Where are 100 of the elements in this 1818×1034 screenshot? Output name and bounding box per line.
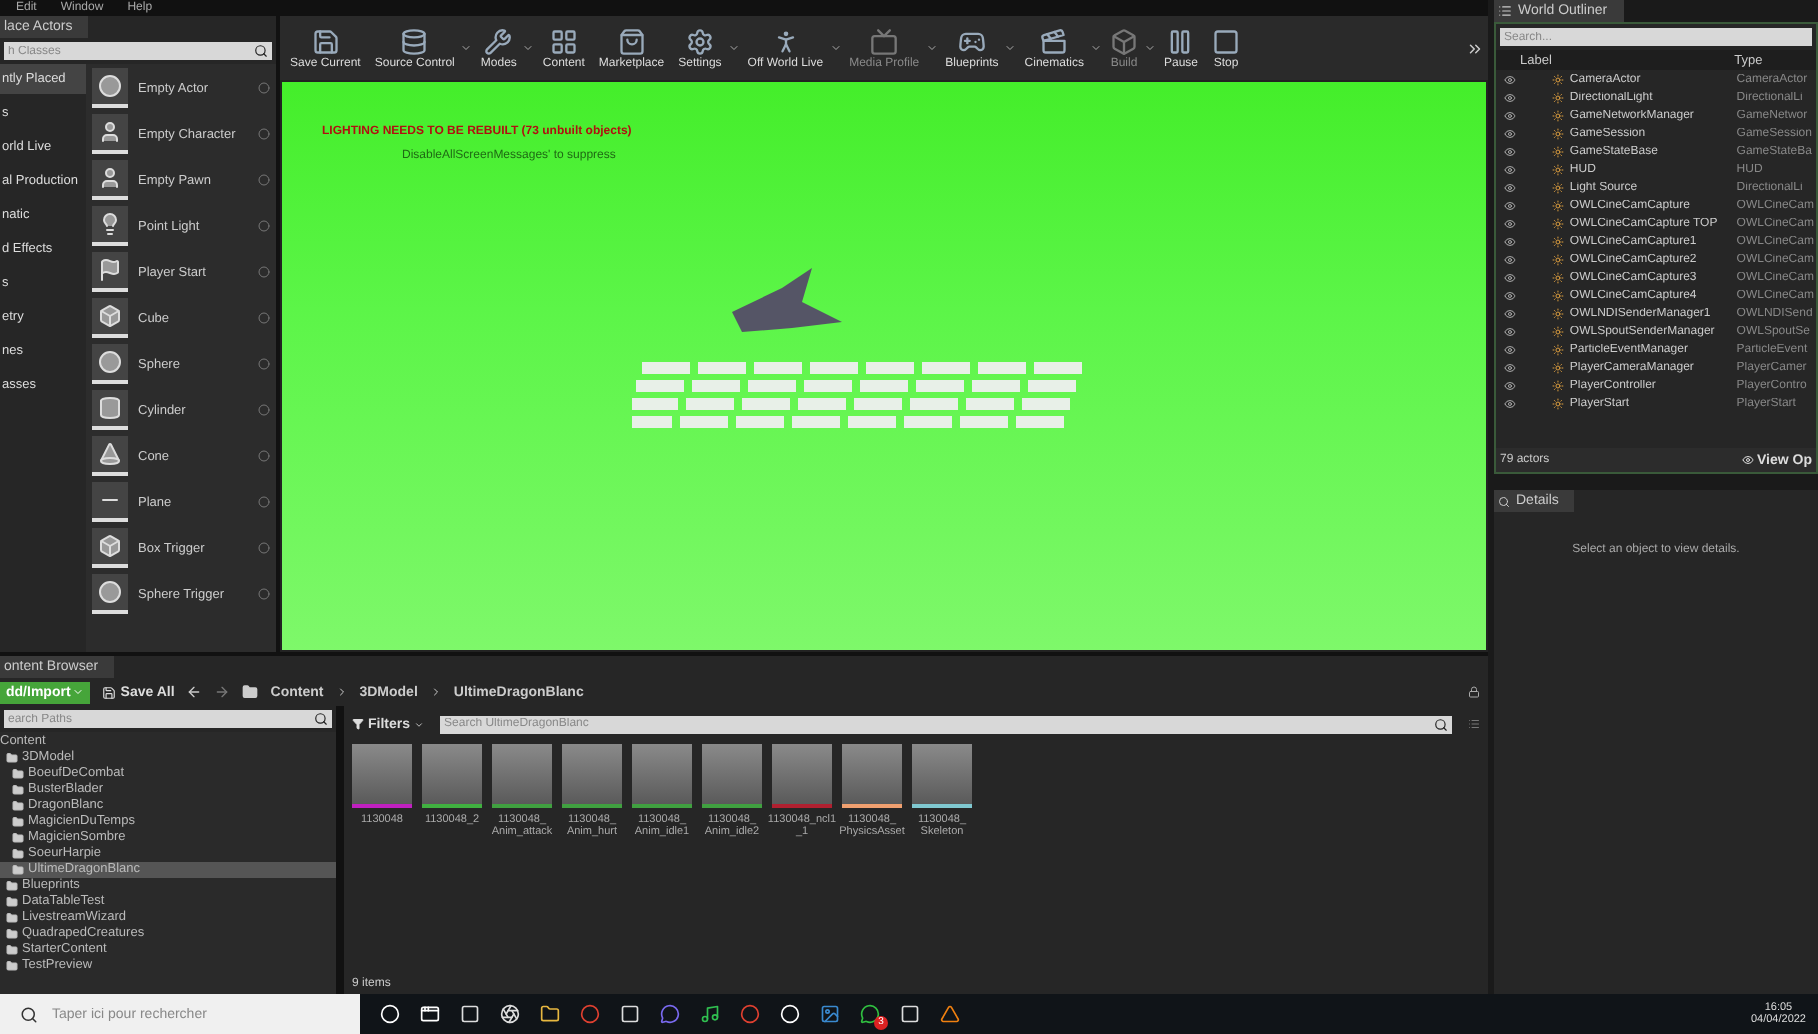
search-icon[interactable] [250, 42, 272, 60]
info-icon [258, 358, 270, 370]
folder-icon [12, 800, 24, 812]
overflow-icon[interactable] [1466, 39, 1484, 57]
image-icon[interactable] [820, 1004, 840, 1024]
pause-icon [1166, 27, 1195, 55]
filter-icon [352, 718, 364, 730]
asset-thumbnail[interactable] [492, 744, 552, 808]
info-icon [258, 450, 270, 462]
visibility-icon[interactable] [1504, 325, 1516, 337]
app-icon[interactable] [900, 1004, 920, 1024]
person-icon [98, 120, 122, 144]
list-icon[interactable] [1468, 718, 1480, 730]
asset-thumbnail[interactable] [632, 744, 692, 808]
visibility-icon[interactable] [1504, 397, 1516, 409]
visibility-icon[interactable] [1504, 181, 1516, 193]
actor-icon [1551, 235, 1564, 247]
cylinder-icon [98, 396, 122, 420]
folder-icon [6, 880, 18, 892]
visibility-icon[interactable] [1504, 91, 1516, 103]
folder-icon [6, 944, 18, 956]
visibility-icon[interactable] [1504, 109, 1516, 121]
visibility-icon[interactable] [1504, 73, 1516, 85]
visibility-icon[interactable] [1504, 289, 1516, 301]
info-icon [258, 496, 270, 508]
cube-icon [98, 304, 122, 328]
chat-icon[interactable] [860, 1004, 880, 1024]
caret-icon [72, 686, 85, 698]
person-icon [98, 166, 122, 190]
app-icon[interactable] [460, 1004, 480, 1024]
list-icon [1498, 4, 1512, 18]
search-icon[interactable] [1430, 715, 1452, 733]
visibility-icon[interactable] [1504, 343, 1516, 355]
sphere-icon [98, 74, 122, 98]
chat-icon[interactable] [660, 1004, 680, 1024]
actor-icon [1551, 361, 1564, 373]
folder-icon [12, 848, 24, 860]
cube-icon [98, 534, 122, 558]
aperture-icon[interactable] [500, 1004, 520, 1024]
actor-icon [1551, 127, 1564, 139]
visibility-icon[interactable] [1504, 271, 1516, 283]
stop-icon [1212, 27, 1240, 55]
actor-icon [1551, 343, 1564, 355]
folder-icon [12, 816, 24, 828]
music-icon[interactable] [700, 1004, 720, 1024]
visibility-icon[interactable] [1504, 199, 1516, 211]
visibility-icon[interactable] [1504, 361, 1516, 373]
caret-icon[interactable] [522, 42, 535, 54]
window-icon[interactable] [420, 1004, 440, 1024]
clapperboard-icon [1040, 27, 1069, 55]
visibility-icon[interactable] [1504, 253, 1516, 265]
caret-icon[interactable] [1089, 42, 1102, 54]
asset-thumbnail[interactable] [842, 744, 902, 808]
caret-icon[interactable] [829, 42, 842, 54]
asset-thumbnail[interactable] [422, 744, 482, 808]
visibility-icon[interactable] [1504, 127, 1516, 139]
chevron-icon [335, 686, 348, 698]
app-icon[interactable] [620, 1004, 640, 1024]
search-icon [1498, 495, 1510, 507]
visibility-icon[interactable] [1504, 145, 1516, 157]
settings-icon [685, 27, 714, 55]
cone-icon[interactable] [940, 1004, 960, 1024]
back-icon[interactable] [186, 684, 203, 700]
actor-icon [1551, 199, 1564, 211]
folder-icon[interactable] [540, 1004, 560, 1024]
flag-icon [98, 258, 122, 282]
sphere-icon [98, 580, 122, 604]
chevron-icon [429, 686, 442, 698]
actor-icon [1551, 163, 1564, 175]
sphere-icon [98, 350, 122, 374]
info-icon [258, 82, 270, 94]
asset-thumbnail[interactable] [702, 744, 762, 808]
actor-icon [1551, 397, 1564, 409]
bag-icon [617, 27, 646, 55]
info-icon [258, 312, 270, 324]
visibility-icon[interactable] [1504, 217, 1516, 229]
lock-icon[interactable] [1468, 686, 1480, 698]
visibility-icon[interactable] [1504, 307, 1516, 319]
asset-thumbnail[interactable] [352, 744, 412, 808]
visibility-icon[interactable] [1504, 235, 1516, 247]
search-icon[interactable] [310, 710, 332, 728]
asset-thumbnail[interactable] [772, 744, 832, 808]
caret-icon[interactable] [727, 42, 740, 54]
asset-thumbnail[interactable] [912, 744, 972, 808]
caret-icon[interactable] [1004, 42, 1017, 54]
caret-icon[interactable] [460, 42, 473, 54]
forward-icon[interactable] [214, 684, 231, 700]
asset-thumbnail[interactable] [562, 744, 622, 808]
actor-icon [1551, 325, 1564, 337]
caret-icon [414, 719, 425, 729]
actor-icon [1551, 307, 1564, 319]
cone-icon [98, 442, 122, 466]
visibility-icon[interactable] [1504, 163, 1516, 175]
info-icon [258, 174, 270, 186]
visibility-icon[interactable] [1504, 379, 1516, 391]
info-icon [258, 266, 270, 278]
actor-icon [1551, 73, 1564, 85]
info-icon [258, 404, 270, 416]
folder-icon [12, 832, 24, 844]
actor-icon [1551, 379, 1564, 391]
